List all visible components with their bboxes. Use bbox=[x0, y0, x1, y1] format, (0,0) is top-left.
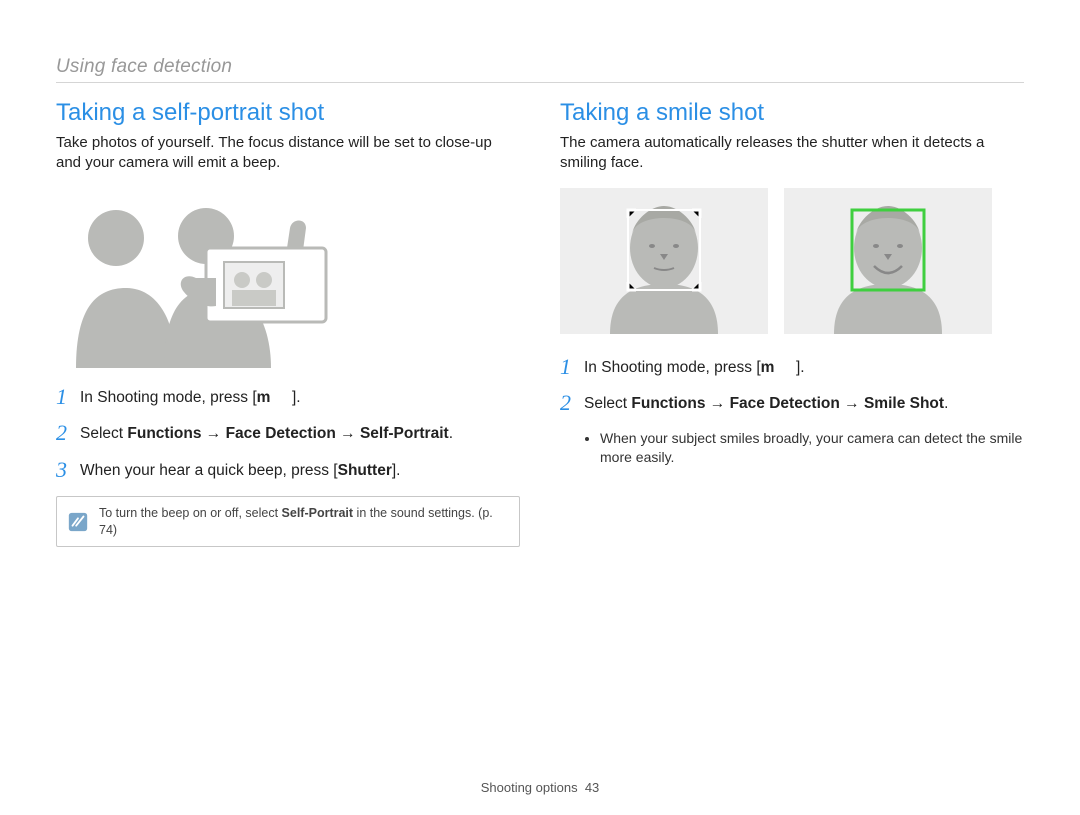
step-text: In Shooting mode, press [m ]. bbox=[584, 356, 805, 379]
footer-label: Shooting options bbox=[481, 780, 578, 795]
step-number: 1 bbox=[56, 386, 80, 408]
right-step-1: 1 In Shooting mode, press [m ]. bbox=[560, 356, 1024, 379]
note-box: To turn the beep on or off, select Self-… bbox=[56, 496, 520, 547]
right-step-2: 2 Select Functions → Face Detection → Sm… bbox=[560, 392, 1024, 415]
left-step-3: 3 When your hear a quick beep, press [Sh… bbox=[56, 459, 520, 482]
right-heading: Taking a smile shot bbox=[560, 99, 1024, 127]
left-step-2: 2 Select Functions → Face Detection → Se… bbox=[56, 422, 520, 445]
step-text: Select Functions → Face Detection → Self… bbox=[80, 422, 453, 445]
self-portrait-illustration bbox=[56, 188, 520, 368]
left-steps: 1 In Shooting mode, press [m ]. 2 Select… bbox=[56, 386, 520, 483]
step-text: Select Functions → Face Detection → Smil… bbox=[584, 392, 948, 415]
note-text: To turn the beep on or off, select Self-… bbox=[99, 505, 509, 538]
left-step-1: 1 In Shooting mode, press [m ]. bbox=[56, 386, 520, 409]
columns: Taking a self-portrait shot Take photos … bbox=[56, 99, 1024, 772]
step-number: 1 bbox=[560, 356, 584, 378]
page: Using face detection Taking a self-portr… bbox=[0, 0, 1080, 815]
page-footer: Shooting options 43 bbox=[56, 772, 1024, 795]
step-number: 2 bbox=[56, 422, 80, 444]
sub-bullet: When your subject smiles broadly, your c… bbox=[600, 429, 1024, 467]
self-portrait-icon bbox=[56, 188, 376, 368]
smile-shot-illustration bbox=[560, 188, 1024, 334]
step-text: When your hear a quick beep, press [Shut… bbox=[80, 459, 401, 482]
left-heading: Taking a self-portrait shot bbox=[56, 99, 520, 127]
right-description: The camera automatically releases the sh… bbox=[560, 133, 1024, 174]
right-column: Taking a smile shot The camera automatic… bbox=[560, 99, 1024, 772]
right-sub-bullets: When your subject smiles broadly, your c… bbox=[600, 429, 1024, 467]
face-frame-neutral bbox=[560, 188, 768, 334]
left-description: Take photos of yourself. The focus dista… bbox=[56, 133, 520, 174]
face-frame-smile bbox=[784, 188, 992, 334]
page-number: 43 bbox=[585, 780, 599, 795]
note-icon bbox=[67, 511, 89, 533]
step-number: 2 bbox=[560, 392, 584, 414]
right-steps: 1 In Shooting mode, press [m ]. 2 Select… bbox=[560, 356, 1024, 416]
step-text: In Shooting mode, press [m ]. bbox=[80, 386, 301, 409]
left-column: Taking a self-portrait shot Take photos … bbox=[56, 99, 520, 772]
section-title: Using face detection bbox=[56, 56, 1024, 83]
step-number: 3 bbox=[56, 459, 80, 481]
